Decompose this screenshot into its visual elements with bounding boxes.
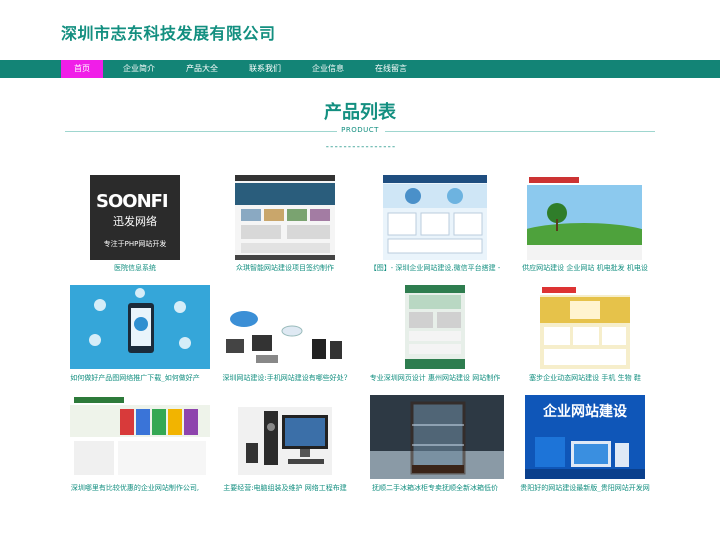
website-mockup-image [527,175,642,260]
product-caption[interactable]: 深圳网站建设:手机网站建设有哪些好处? [210,373,360,383]
product-caption[interactable]: 众琪智能网站建设项目签约制作 [210,263,360,273]
product-caption[interactable]: 抚顺二手冰箱冰柜专卖抚顺全新冰箱低价 [360,483,510,493]
nav-item-contact[interactable]: 联系我们 [242,60,288,78]
website-mockup-image [405,285,465,369]
product-thumbnail[interactable] [527,175,642,260]
product-card[interactable]: 企业网站建设 贵阳好的网站建设最新版_贵阳网站开发网 [510,395,660,495]
computer-image [246,411,328,465]
product-thumbnail[interactable] [405,285,465,369]
nav-item-message[interactable]: 在线留言 [368,60,414,78]
product-thumbnail[interactable] [70,285,210,369]
nav-item-products[interactable]: 产品大全 [179,60,225,78]
product-card[interactable]: 专业深圳网页设计 惠州网站建设 网站制作 [360,285,510,385]
product-thumbnail[interactable] [235,175,335,260]
product-caption[interactable]: 贵阳好的网站建设最新版_贵阳网站开发网 [510,483,660,493]
product-caption[interactable]: 主要经营:电脑组装及维护 网络工程布建 [210,483,360,493]
main-nav: 首页 企业简介 产品大全 联系我们 企业信息 在线留言 [0,60,720,78]
product-caption[interactable]: 塞步企业动态网站建设 手机 生物 鞋 [510,373,660,383]
product-card[interactable]: 深圳网站建设:手机网站建设有哪些好处? [210,285,360,385]
website-mockup-image [540,285,630,365]
section-title: 产品列表 [324,102,396,123]
product-caption[interactable]: 医院信息系统 [60,263,210,273]
website-mockup-image [235,175,335,260]
thumb-logo: SOONFI [96,191,169,212]
product-card[interactable]: 塞步企业动态网站建设 手机 生物 鞋 [510,285,660,385]
product-thumbnail[interactable]: SOONFI 迅发网络 专注于PHP网站开发 [90,175,180,260]
thumb-logo-sub: 专注于PHP网站开发 [103,240,167,248]
seo-illustration-image [89,288,191,353]
product-card[interactable]: SOONFI 迅发网络 专注于PHP网站开发 医院信息系统 [60,175,210,275]
product-thumbnail[interactable] [540,285,630,369]
website-mockup-image [70,395,210,475]
product-thumbnail[interactable] [238,407,332,475]
product-caption[interactable]: 深圳哪里有比较优惠的企业网站制作公司, [60,483,210,493]
product-caption[interactable]: 【图】- 深圳企业网站建设,微信平台搭建 - [360,263,510,273]
product-thumbnail[interactable] [383,175,487,260]
product-card[interactable]: 供应网站建设 企业网站 机电批发 机电设 [510,175,660,275]
product-card[interactable]: 【图】- 深圳企业网站建设,微信平台搭建 - [360,175,510,275]
product-card[interactable]: 抚顺二手冰箱冰柜专卖抚顺全新冰箱低价 [360,395,510,495]
section-subtitle: PRODUCT [341,126,379,134]
product-caption[interactable]: 如何做好产品图网络推广下载_如何做好产 [60,373,210,383]
product-card[interactable]: 深圳哪里有比较优惠的企业网站制作公司, [60,395,210,495]
site-title[interactable]: 深圳市志东科技发展有限公司 [61,20,276,44]
section-dash: ---------------- [324,142,397,152]
product-thumbnail[interactable] [222,305,348,367]
product-thumbnail[interactable] [70,395,210,479]
display-cabinet-image [370,401,504,479]
product-caption[interactable]: 专业深圳网页设计 惠州网站建设 网站制作 [360,373,510,383]
mobile-web-diagram-image [226,311,342,363]
product-thumbnail[interactable]: 企业网站建设 [525,395,645,479]
product-card[interactable]: 如何做好产品图网络推广下载_如何做好产 [60,285,210,385]
product-thumbnail[interactable] [370,395,504,479]
product-caption[interactable]: 供应网站建设 企业网站 机电批发 机电设 [510,263,660,273]
devices-image [525,437,645,479]
product-card[interactable]: 众琪智能网站建设项目签约制作 [210,175,360,275]
website-mockup-image [383,175,487,254]
thumb-logo-cn: 迅发网络 [113,215,157,228]
nav-item-about[interactable]: 企业简介 [116,60,162,78]
nav-item-news[interactable]: 企业信息 [305,60,351,78]
product-card[interactable]: 主要经营:电脑组装及维护 网络工程布建 [210,395,360,495]
nav-item-home[interactable]: 首页 [61,60,103,78]
